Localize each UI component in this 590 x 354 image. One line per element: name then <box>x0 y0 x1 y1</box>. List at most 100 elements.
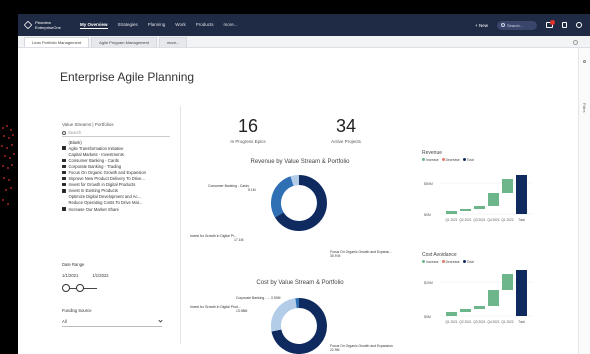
nav-my-overview[interactable]: My Overview <box>80 22 108 29</box>
legend-swatch <box>422 158 425 161</box>
x-tick: Q3 2021 <box>473 320 485 324</box>
slider-start-handle[interactable] <box>62 284 70 292</box>
date-end-input[interactable]: 1/1/2022 <box>92 273 108 278</box>
kpi-value: 34 <box>335 116 357 136</box>
checkbox[interactable] <box>62 201 66 205</box>
x-tick: Q1 2021 <box>445 320 457 324</box>
slider-end-handle[interactable] <box>76 284 84 292</box>
checkbox[interactable] <box>62 170 66 175</box>
pane-toggle-icon[interactable] <box>583 60 586 63</box>
funding-source-label: Funding Source <box>62 308 92 313</box>
new-button[interactable]: + New <box>475 23 488 28</box>
checkbox[interactable] <box>62 176 66 181</box>
date-range-label: Date Range <box>62 262 85 267</box>
waterfall-total-bar[interactable] <box>516 270 527 316</box>
report-canvas: Enterprise Agile Planning Value Streams … <box>40 54 570 354</box>
checkbox[interactable] <box>62 152 66 156</box>
workspace-tabs: Lean Portfolio Management Agile Program … <box>18 36 590 48</box>
checkbox[interactable] <box>62 146 66 150</box>
y-tick: $0M <box>424 213 431 217</box>
checkbox[interactable] <box>62 140 66 144</box>
checkbox[interactable] <box>62 189 66 193</box>
checkbox[interactable] <box>62 158 66 163</box>
revenue-donut-title: Revenue by Value Stream & Portfolio <box>250 159 350 165</box>
slicer-header: Value Streams | Portfolios <box>62 122 114 127</box>
checkbox[interactable] <box>62 182 66 187</box>
legend-swatch <box>422 260 425 263</box>
cost-donut-chart[interactable] <box>271 298 327 354</box>
background-dots-decoration <box>1 125 15 205</box>
value-streams-slicer: Value Streams | Portfolios Search (Blank… <box>62 122 170 212</box>
report-title: Enterprise Agile Planning <box>60 70 195 84</box>
waterfall-bar[interactable] <box>474 206 485 209</box>
section-divider <box>180 106 181 344</box>
x-tick: Q1 2022 <box>501 320 513 324</box>
y-tick: $0M <box>424 315 431 319</box>
waterfall-total-bar[interactable] <box>516 175 527 214</box>
nav-planning[interactable]: Planning <box>148 22 166 29</box>
nav-strategies[interactable]: Strategies <box>118 22 138 29</box>
funding-source-value: All <box>62 319 67 324</box>
logo-line2: EnterpriseOne <box>35 25 61 30</box>
cost-donut-title: Cost by Value Stream & Portfolio <box>256 280 344 286</box>
settings-icon[interactable] <box>573 40 578 45</box>
filters-pane-collapsed[interactable]: Filters <box>578 48 590 354</box>
tab-lean-portfolio-management[interactable]: Lean Portfolio Management <box>24 37 90 47</box>
donut-slice-invest-digital[interactable] <box>271 298 298 332</box>
waterfall-bar[interactable] <box>446 211 457 214</box>
waterfall-bar[interactable] <box>502 179 513 193</box>
checkbox[interactable] <box>62 164 66 169</box>
kpi-label: Active Projects <box>331 139 361 144</box>
revenue-label-1: Consumer Banking - Cards 5.1M <box>208 184 256 192</box>
search-placeholder: Search... <box>507 22 524 28</box>
donut-slice-consumer-cards[interactable] <box>290 175 300 186</box>
slicer-item[interactable]: Increase Our Market Share <box>62 206 170 212</box>
slicer-item-label: (Blank) <box>68 139 82 145</box>
legend-swatch <box>462 260 466 263</box>
revenue-label-2: Invest for Growth in Digital Pr... 17.1M <box>190 234 244 242</box>
kpi-active-projects: 34 Active Projects <box>316 116 376 144</box>
notification-badge <box>550 20 555 25</box>
checkbox[interactable] <box>62 207 66 211</box>
slicer-item-label: Focus On Organic Growth and Expansion <box>68 170 147 176</box>
revenue-waterfall-chart[interactable]: $50M $0M Q1 2021 Q2 2021 Q3 2021 Q4 2021… <box>422 164 534 239</box>
nav-products[interactable]: Products <box>196 22 214 29</box>
tab-agile-program-management[interactable]: Agile Program Management <box>91 37 157 47</box>
user-avatar-icon[interactable] <box>576 22 582 28</box>
waterfall-bar[interactable] <box>460 209 471 211</box>
slicer-item-label: Improve New Product Delivery To Drive... <box>68 176 146 182</box>
funding-source-dropdown[interactable]: All <box>62 318 163 327</box>
search-icon <box>62 130 66 135</box>
app-window: Planview EnterpriseOne My Overview Strat… <box>18 14 590 354</box>
x-tick: Total <box>518 218 525 222</box>
tab-more[interactable]: more... <box>158 37 188 47</box>
kpi-label: In Progress Epics <box>230 139 266 144</box>
revenue-donut-chart[interactable] <box>271 175 327 231</box>
slicer-item-label: Corporate Banking - Trading <box>68 163 122 169</box>
x-tick: Q4 2021 <box>487 218 499 222</box>
waterfall-bar[interactable] <box>446 312 457 316</box>
logo-icon <box>23 20 33 30</box>
main-nav: My Overview Strategies Planning Work Pro… <box>80 22 238 29</box>
nav-work[interactable]: Work <box>175 22 185 29</box>
filters-pane-label: Filters <box>582 103 586 113</box>
slicer-item-label: Invest In Existing Products <box>68 188 118 194</box>
date-start-input[interactable]: 1/1/2021 <box>62 273 78 278</box>
checkbox[interactable] <box>62 195 66 199</box>
global-search-input[interactable]: Search... <box>497 20 537 30</box>
notifications-icon[interactable] <box>546 20 555 28</box>
donut-slice-invest-digital[interactable] <box>271 176 294 218</box>
nav-more[interactable]: more... <box>223 22 237 29</box>
waterfall-bar[interactable] <box>488 193 499 206</box>
cost-waterfall-chart[interactable]: $20M $0M Q1 2021 Q2 2021 Q3 2021 Q4 2021… <box>422 266 534 341</box>
waterfall-bar[interactable] <box>488 290 499 306</box>
slicer-search-input[interactable]: Search <box>62 130 170 137</box>
cost-label-1: Corporate Banking - ... 0.90M <box>236 296 281 300</box>
help-icon[interactable] <box>562 22 567 28</box>
waterfall-bar[interactable] <box>460 309 471 312</box>
planview-logo[interactable]: Planview EnterpriseOne <box>18 20 76 30</box>
waterfall-bar[interactable] <box>502 274 513 290</box>
waterfall-bar[interactable] <box>474 306 485 309</box>
cost-label-3: Focus On Organic Growth and Expansion 22.… <box>330 344 393 352</box>
date-range-slider[interactable] <box>62 284 100 292</box>
